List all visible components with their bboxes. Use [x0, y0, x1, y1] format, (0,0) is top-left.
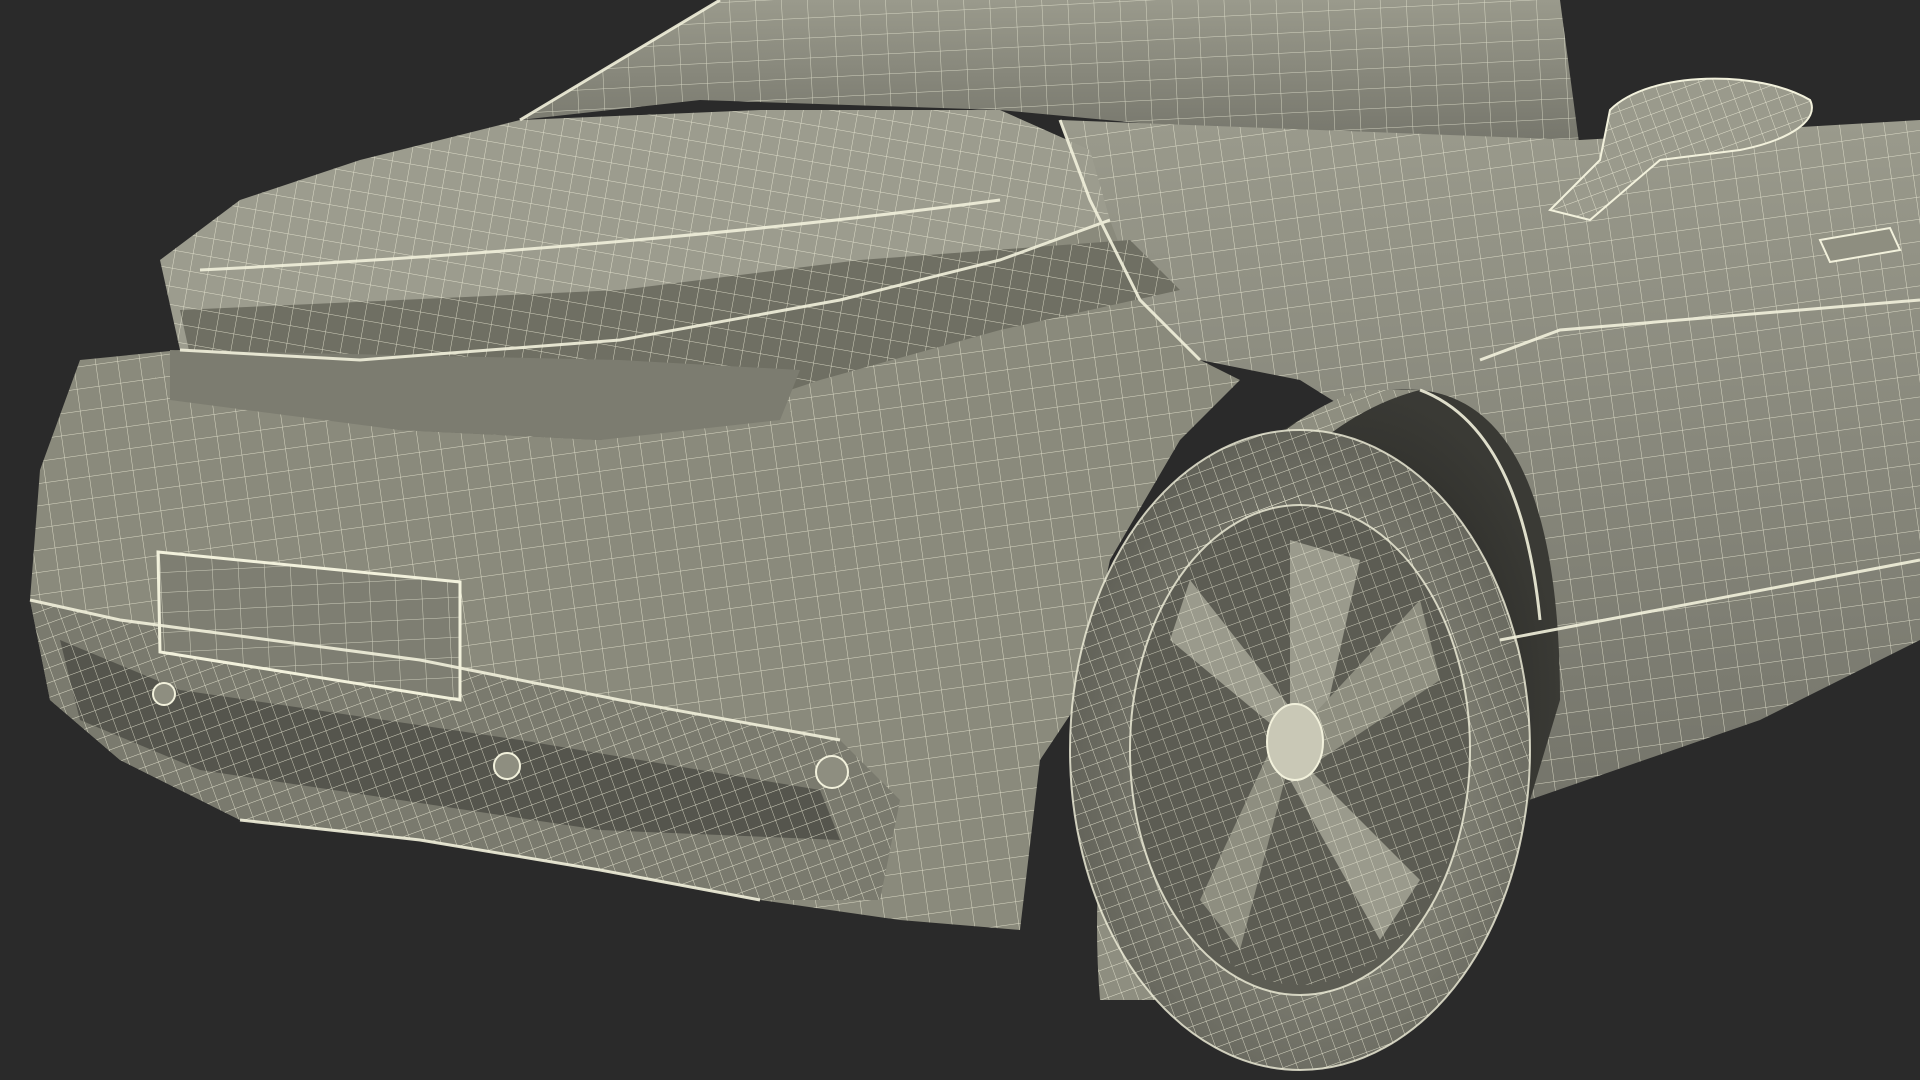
render-viewport [0, 0, 1920, 1080]
front-wheel [1069, 429, 1531, 1071]
car-wireframe-render [29, 0, 1920, 1071]
wheel-rim [1130, 495, 1470, 985]
